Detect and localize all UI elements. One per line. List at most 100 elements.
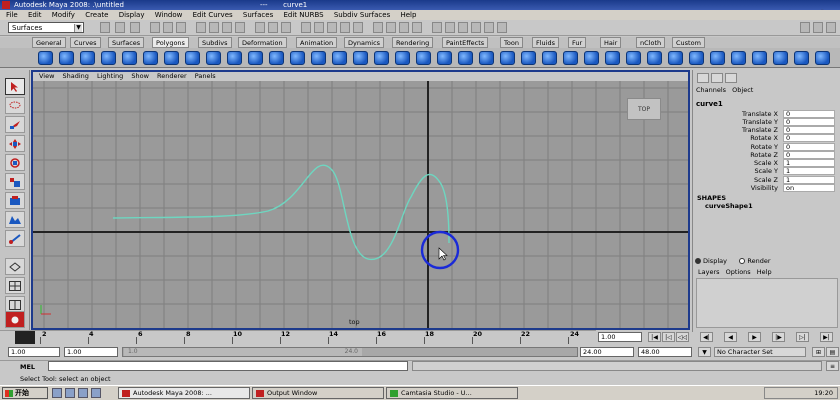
mask-dynamics-icon[interactable] [268,22,278,33]
extract-icon[interactable] [332,51,347,65]
menu-set-dropdown[interactable]: Surfaces ▼ [8,22,84,33]
merge-icon[interactable] [605,51,620,65]
mel-input[interactable] [48,361,408,371]
poly-platonic-icon[interactable] [269,51,284,65]
range-handle[interactable]: 1.0 24.0 [124,348,362,356]
panel-menu-renderer[interactable]: Renderer [157,72,187,80]
paint-select-tool[interactable] [5,116,25,133]
show-desktop-icon[interactable] [52,388,62,398]
tab-surfaces[interactable]: Surfaces [108,37,145,48]
mirror-geometry-icon[interactable] [437,51,452,65]
checker-icon[interactable] [731,51,746,65]
snap-grid-icon[interactable] [301,22,311,33]
separate-icon[interactable] [311,51,326,65]
select-component-icon[interactable] [176,22,186,33]
attr-value[interactable]: 0 [783,110,835,118]
scale-tool[interactable] [5,173,25,190]
snap-curve-icon[interactable] [314,22,324,33]
soften-edge-icon[interactable] [794,51,809,65]
poly-plane-icon[interactable] [122,51,137,65]
play-backwards-icon[interactable]: ◀ [724,332,737,342]
animation-preferences-icon[interactable]: ▤ [826,347,839,357]
panel-menu-shading[interactable]: Shading [63,72,89,80]
attr-value[interactable]: 1 [783,176,835,184]
script-editor-icon[interactable]: ≡ [826,361,839,371]
open-scene-icon[interactable] [115,22,125,33]
tab-animation[interactable]: Animation [296,37,338,48]
mask-curves-icon[interactable] [222,22,232,33]
attr-value[interactable]: 1 [783,159,835,167]
rotate-tool[interactable] [5,154,25,171]
harden-edge-icon[interactable] [815,51,830,65]
boolean-difference-icon[interactable] [395,51,410,65]
selected-object-name[interactable]: curve1 [696,100,723,108]
step-back-key-icon[interactable]: ◁◁ [676,332,689,342]
menu-create[interactable]: Create [85,11,108,19]
show-tool-settings-icon[interactable] [813,22,823,33]
view-cube[interactable]: TOP [627,98,661,120]
render-icon[interactable] [386,22,396,33]
quick-launch-icon[interactable] [91,388,101,398]
mask-joints-icon[interactable] [209,22,219,33]
automatic-mapping-icon[interactable] [689,51,704,65]
select-hierarchy-icon[interactable] [150,22,160,33]
mask-handles-icon[interactable] [196,22,206,33]
show-manipulator-tool[interactable] [5,230,25,247]
cylindrical-mapping-icon[interactable] [647,51,662,65]
play-forwards-icon[interactable]: ▶ [748,332,761,342]
tab-curves[interactable]: Curves [70,37,101,48]
checker-2-icon[interactable] [752,51,767,65]
attr-value[interactable]: on [783,184,835,192]
tab-hair[interactable]: Hair [600,37,622,48]
combine-icon[interactable] [290,51,305,65]
tab-painteffects[interactable]: PaintEffects [442,37,489,48]
tab-ncloth[interactable]: nCloth [636,37,666,48]
lasso-tool[interactable] [5,97,25,114]
menu-surfaces[interactable]: Surfaces [243,11,273,19]
playback-start-field[interactable]: 1.00 [64,347,118,357]
new-scene-icon[interactable] [100,22,110,33]
attr-value[interactable]: 0 [783,134,835,142]
tab-rendering[interactable]: Rendering [392,37,434,48]
menu-edit[interactable]: Edit [28,11,42,19]
attr-rotate-z[interactable]: Rotate Z 0 [697,151,837,159]
attr-translate-z[interactable]: Translate Z 0 [697,126,837,134]
menu-modify[interactable]: Modify [52,11,75,19]
tab-general[interactable]: General [32,37,66,48]
tab-dynamics[interactable]: Dynamics [344,37,385,48]
menu-file[interactable]: File [6,11,18,19]
menu-display[interactable]: Display [119,11,145,19]
attr-value[interactable]: 0 [783,118,835,126]
step-back-frame-icon[interactable]: ◀| [700,332,713,342]
offset-edge-loop-icon[interactable] [563,51,578,65]
attr-rotate-y[interactable]: Rotate Y 0 [697,143,837,151]
poly-soccer-ball-icon[interactable] [248,51,263,65]
snap-point-icon[interactable] [327,22,337,33]
menu-options[interactable]: Options [726,268,751,276]
bevel-icon[interactable] [584,51,599,65]
attr-value[interactable]: 0 [783,143,835,151]
go-to-end-icon[interactable]: ▶| [820,332,833,342]
menu-window[interactable]: Window [155,11,183,19]
lock-selection-icon[interactable] [432,22,442,33]
menu-edit-curves[interactable]: Edit Curves [193,11,233,19]
menu-object[interactable]: Object [732,86,753,94]
tab-toon[interactable]: Toon [500,37,523,48]
attr-value[interactable]: 0 [783,151,835,159]
auto-key-icon[interactable]: ⊞ [812,347,825,357]
mask-deformations-icon[interactable] [255,22,265,33]
planar-mapping-icon[interactable] [626,51,641,65]
panel-menu-view[interactable]: View [39,72,54,80]
internet-explorer-icon[interactable] [65,388,75,398]
menu-edit-nurbs[interactable]: Edit NURBS [283,11,323,19]
attr-value[interactable]: 0 [783,126,835,134]
history-icon[interactable] [373,22,383,33]
menu-layers[interactable]: Layers [698,268,720,276]
rename-icon[interactable] [484,22,494,33]
poly-torus-icon[interactable] [143,51,158,65]
start-time-field[interactable]: 1.00 [8,347,60,357]
paint-tool-icon[interactable] [773,51,788,65]
spherical-mapping-icon[interactable] [668,51,683,65]
attr-scale-x[interactable]: Scale X 1 [697,159,837,167]
hypershade-layout[interactable] [5,311,25,328]
